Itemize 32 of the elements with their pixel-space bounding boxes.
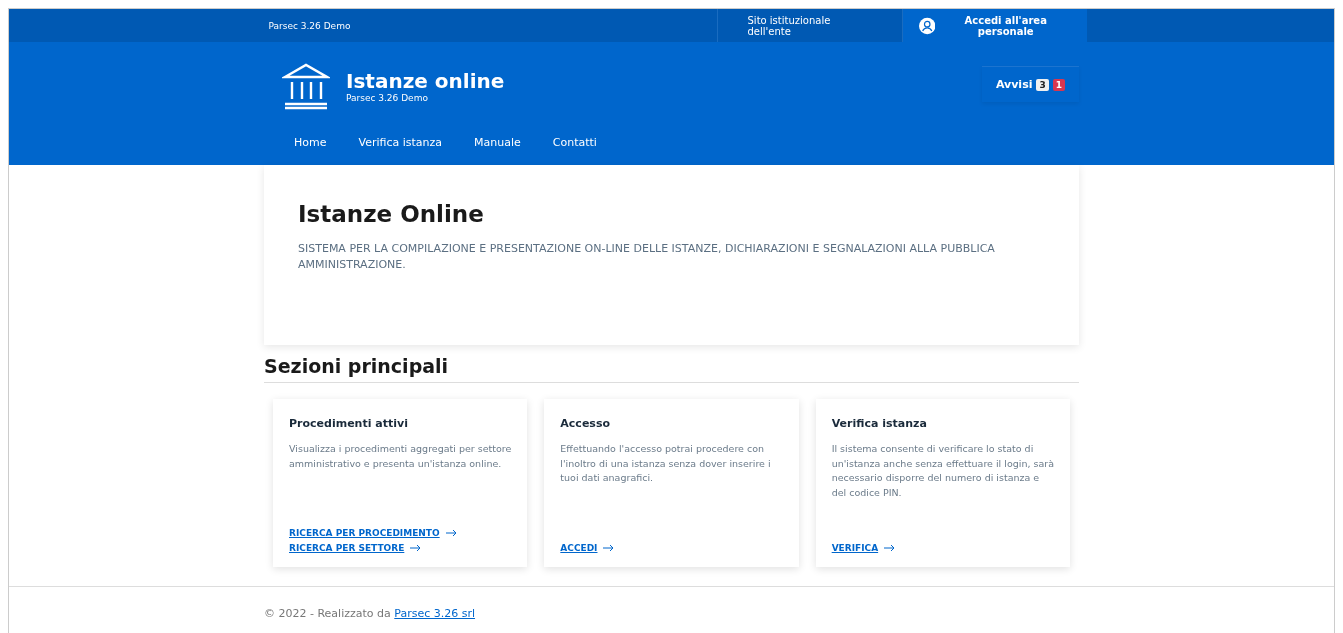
arrow-right-icon bbox=[884, 544, 896, 552]
nav-link[interactable]: Home bbox=[278, 130, 343, 155]
card-link[interactable]: ACCEDI bbox=[560, 543, 598, 553]
building-icon bbox=[282, 62, 330, 110]
card-link[interactable]: RICERCA PER PROCEDIMENTO bbox=[289, 528, 440, 538]
login-button[interactable]: Accedi all'area personale bbox=[902, 9, 1087, 42]
hero-title: Istanze Online bbox=[298, 201, 485, 227]
site-title: Istanze online bbox=[346, 69, 505, 93]
card-title: Accesso bbox=[560, 417, 611, 430]
section-heading: Sezioni principali bbox=[264, 355, 1079, 383]
card-description: Effettuando l'accesso potrai procedere con l'inoltro di una istanza senza dover inserire i tuoi dati anagrafici. bbox=[560, 442, 772, 486]
notices-button[interactable]: Avvisi 3 1 bbox=[981, 66, 1079, 102]
nav-link[interactable]: Manuale bbox=[458, 130, 537, 155]
user-icon bbox=[918, 16, 935, 35]
site-subtitle: Parsec 3.26 Demo bbox=[346, 93, 429, 103]
footer-text: © 2022 - Realizzato da Parsec 3.26 srl bbox=[264, 607, 477, 620]
card-title: Procedimenti attivi bbox=[289, 417, 409, 430]
card-title: Verifica istanza bbox=[831, 417, 928, 430]
arrow-right-icon bbox=[445, 529, 457, 537]
footer-link[interactable]: Parsec 3.26 srl bbox=[394, 607, 476, 620]
arrow-right-icon bbox=[410, 544, 422, 552]
count-badge: 3 bbox=[1036, 78, 1049, 91]
card-description: Visualizza i procedimenti aggregati per settore amministrativo e presenta un'istanza online. bbox=[289, 442, 512, 471]
hero-description: SISTEMA PER LA COMPILAZIONE E PRESENTAZIONE ON-LINE DELLE ISTANZE, DICHIARAZIONI E SEGNALAZIONI ALLA PUBBLICA AMMINISTRAZIONE. bbox=[298, 241, 996, 273]
brand-label: Parsec 3.26 Demo bbox=[268, 20, 351, 31]
card-link[interactable]: VERIFICA bbox=[831, 543, 879, 553]
card-link[interactable]: RICERCA PER SETTORE bbox=[289, 543, 405, 553]
nav-link[interactable]: Contatti bbox=[536, 130, 613, 155]
nav-link[interactable]: Verifica istanza bbox=[342, 130, 459, 155]
arrow-right-icon bbox=[603, 544, 615, 552]
card-description: Il sistema consente di verificare lo stato di un'istanza anche senza effettuare il login, sarà necessario disporre del numero di istanza e del codice PIN. bbox=[831, 442, 1054, 501]
count-badge: 1 bbox=[1052, 78, 1065, 91]
